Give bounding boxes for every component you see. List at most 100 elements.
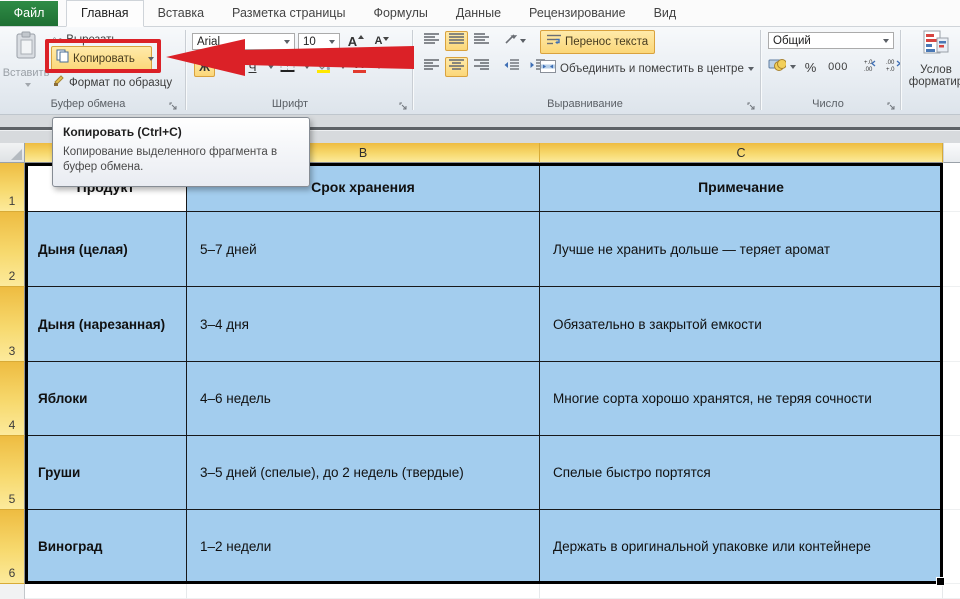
percent-style-button[interactable]: % [800, 57, 821, 77]
column-header-stub [943, 143, 960, 163]
font-dialog-launcher[interactable] [398, 99, 410, 111]
clipboard-group-label: Буфер обмена [0, 98, 176, 110]
align-center-button[interactable] [445, 57, 468, 77]
row-header-stub [0, 584, 25, 599]
text-orientation-icon [504, 32, 518, 50]
empty-cell[interactable] [187, 584, 540, 599]
tab-page-layout[interactable]: Разметка страницы [218, 1, 359, 26]
cell-C6[interactable]: Держать в оригинальной упаковке или конт… [540, 510, 943, 584]
tab-home[interactable]: Главная [66, 0, 144, 27]
format-painter-button[interactable]: Формат по образцу [53, 75, 172, 91]
number-format-value: Общий [773, 35, 811, 47]
cell-A4[interactable]: Яблоки [25, 362, 187, 436]
row-header-6[interactable]: 6 [0, 510, 25, 584]
cell-B5[interactable]: 3–5 дней (спелые), до 2 недель (твердые) [187, 436, 540, 510]
accounting-dropdown-arrow [790, 65, 796, 69]
cell-B2[interactable]: 5–7 дней [187, 212, 540, 287]
orientation-button[interactable] [500, 31, 530, 51]
cell-A6[interactable]: Виноград [25, 510, 187, 584]
cell-C2[interactable]: Лучше не хранить дольше — теряет аромат [540, 212, 943, 287]
row-header-1[interactable]: 1 [0, 163, 25, 212]
conditional-formatting-label-line2: форматир [909, 76, 960, 88]
grid-stub [943, 163, 960, 212]
align-right-icon [474, 58, 489, 76]
merge-center-button[interactable]: Объединить и поместить в центре [540, 60, 754, 78]
grid-stub [943, 287, 960, 362]
empty-cell[interactable] [540, 584, 943, 599]
tab-formulas[interactable]: Формулы [359, 1, 441, 26]
align-right-button[interactable] [470, 57, 493, 77]
decrease-indent-icon [504, 58, 519, 76]
tab-insert[interactable]: Вставка [144, 1, 218, 26]
empty-cell[interactable] [25, 584, 187, 599]
tab-view[interactable]: Вид [640, 1, 691, 26]
cell-B6[interactable]: 1–2 недели [187, 510, 540, 584]
cell-C5[interactable]: Спелые быстро портятся [540, 436, 943, 510]
wrap-text-label: Перенос текста [565, 36, 648, 48]
svg-text:.00: .00 [864, 67, 873, 72]
number-group-label: Число [768, 98, 888, 110]
cell-A3[interactable]: Дыня (нарезанная) [25, 287, 187, 362]
paste-dropdown-arrow [25, 83, 31, 87]
ribbon-tab-bar: Файл Главная Вставка Разметка страницы Ф… [0, 0, 960, 27]
align-top-button[interactable] [420, 31, 443, 51]
format-painter-icon [53, 74, 65, 92]
cell-A5[interactable]: Груши [25, 436, 187, 510]
grid-stub [943, 212, 960, 287]
group-separator [900, 30, 901, 110]
comma-style-button[interactable]: 000 [824, 57, 852, 77]
annotation-arrow [160, 36, 420, 78]
align-middle-icon [449, 32, 464, 50]
worksheet-grid: A B C 1 Продукт Срок хранения Примечание… [0, 143, 960, 599]
conditional-formatting-label-line1: Услов [920, 64, 952, 76]
alignment-dialog-launcher[interactable] [746, 99, 758, 111]
increase-decimal-icon: +.0.00 [861, 58, 878, 77]
orientation-dropdown-arrow [520, 39, 526, 43]
merge-dropdown-arrow [748, 67, 754, 71]
row-header-5[interactable]: 5 [0, 436, 25, 510]
clipboard-dialog-launcher[interactable] [168, 99, 180, 111]
row-header-2[interactable]: 2 [0, 212, 25, 287]
column-header-C[interactable]: C [540, 143, 943, 163]
accounting-format-button[interactable] [768, 58, 796, 76]
cell-A2[interactable]: Дыня (целая) [25, 212, 187, 287]
svg-text:.00: .00 [886, 60, 895, 66]
align-middle-button[interactable] [445, 31, 468, 51]
tooltip-title: Копировать (Ctrl+C) [63, 125, 299, 139]
cell-C3[interactable]: Обязательно в закрытой емкости [540, 287, 943, 362]
align-left-icon [424, 58, 439, 76]
number-dialog-launcher[interactable] [886, 99, 898, 111]
increase-decimal-button[interactable]: +.0.00 [858, 57, 881, 77]
cell-C1[interactable]: Примечание [540, 163, 943, 212]
align-center-icon [449, 58, 464, 76]
number-format-combo[interactable]: Общий [768, 32, 894, 49]
conditional-formatting-icon [923, 30, 949, 61]
cell-C4[interactable]: Многие сорта хорошо хранятся, не теряя с… [540, 362, 943, 436]
svg-text:+.0: +.0 [886, 67, 895, 72]
paste-button[interactable]: Вставить [4, 31, 48, 103]
decrease-indent-button[interactable] [500, 57, 523, 77]
align-bottom-icon [474, 32, 489, 50]
thousands-glyph: 000 [828, 61, 848, 73]
tab-data[interactable]: Данные [442, 1, 515, 26]
select-all-corner[interactable] [0, 143, 25, 163]
align-bottom-button[interactable] [470, 31, 493, 51]
alignment-group-label: Выравнивание [480, 98, 690, 110]
grid-stub [943, 584, 960, 599]
font-group-label: Шрифт [200, 98, 380, 110]
row-header-3[interactable]: 3 [0, 287, 25, 362]
annotation-highlight-box [45, 39, 161, 73]
decrease-decimal-button[interactable]: .00+.0 [882, 57, 905, 77]
group-separator [760, 30, 761, 110]
wrap-text-button[interactable]: Перенос текста [540, 30, 655, 54]
tab-review[interactable]: Рецензирование [515, 1, 640, 26]
cell-B4[interactable]: 4–6 недель [187, 362, 540, 436]
tab-file[interactable]: Файл [0, 1, 58, 26]
merge-center-label: Объединить и поместить в центре [560, 63, 744, 75]
cell-B3[interactable]: 3–4 дня [187, 287, 540, 362]
align-left-button[interactable] [420, 57, 443, 77]
merge-center-icon [540, 60, 556, 78]
currency-icon [768, 57, 786, 77]
row-header-4[interactable]: 4 [0, 362, 25, 436]
conditional-formatting-button[interactable]: Услов форматир [906, 30, 960, 88]
